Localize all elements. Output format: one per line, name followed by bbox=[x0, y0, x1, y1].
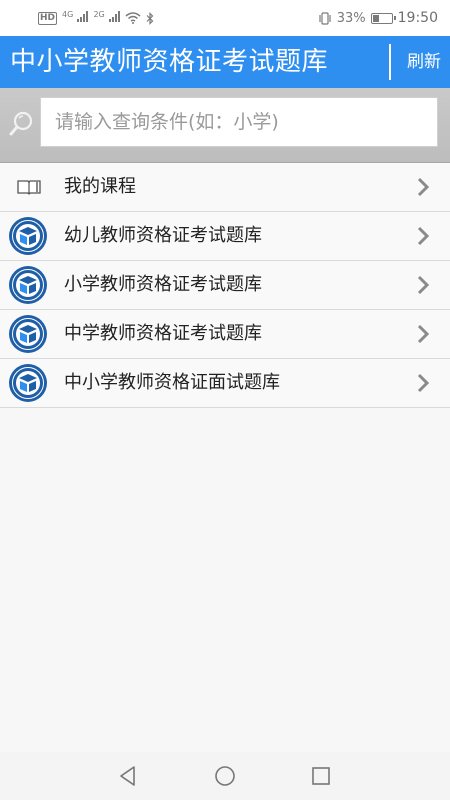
list-item-kindergarten-bank[interactable]: 幼儿教师资格证考试题库 bbox=[0, 212, 450, 261]
search-icon[interactable] bbox=[8, 110, 36, 138]
search-bar bbox=[0, 88, 450, 163]
teacher-emblem-icon bbox=[9, 315, 47, 353]
refresh-button[interactable]: 刷新 bbox=[398, 36, 450, 88]
battery-percent: 33% bbox=[336, 10, 366, 26]
network-type-1: 4G bbox=[62, 9, 74, 19]
signal-1-icon: 4G bbox=[62, 9, 89, 26]
title-divider bbox=[389, 44, 391, 80]
chevron-right-icon bbox=[417, 324, 430, 344]
system-nav-bar bbox=[0, 752, 450, 800]
list-item-label: 我的课程 bbox=[64, 176, 136, 197]
book-icon bbox=[17, 180, 41, 195]
recents-icon[interactable] bbox=[309, 764, 333, 788]
signal-2-icon: 2G bbox=[93, 9, 120, 26]
teacher-emblem-icon bbox=[9, 266, 47, 304]
list-item-label: 中学教师资格证考试题库 bbox=[64, 323, 262, 344]
app-title-bar: 中小学教师资格证考试题库 刷新 bbox=[0, 36, 450, 88]
list-item-label: 中小学教师资格证面试题库 bbox=[64, 372, 280, 393]
status-right: 33% 19:50 bbox=[318, 9, 438, 27]
chevron-right-icon bbox=[417, 177, 430, 197]
vibrate-icon bbox=[319, 11, 331, 25]
course-list: 我的课程 幼儿教师资格证考试题库 小学教师资格证考试题库 中学教师资格证考试题库… bbox=[0, 163, 450, 408]
bluetooth-icon bbox=[146, 11, 154, 25]
page-title: 中小学教师资格证考试题库 bbox=[10, 47, 329, 77]
chevron-right-icon bbox=[417, 226, 430, 246]
battery-icon bbox=[370, 12, 396, 24]
teacher-emblem-icon bbox=[9, 217, 47, 255]
home-icon[interactable] bbox=[213, 764, 237, 788]
status-left: HD 4G 2G bbox=[38, 9, 154, 27]
status-bar: HD 4G 2G 33% 19:50 bbox=[0, 0, 450, 36]
back-icon[interactable] bbox=[116, 764, 140, 788]
wifi-icon bbox=[125, 12, 141, 24]
search-input[interactable] bbox=[40, 97, 438, 147]
chevron-right-icon bbox=[417, 275, 430, 295]
clock: 19:50 bbox=[397, 10, 438, 26]
network-type-2: 2G bbox=[93, 9, 105, 19]
list-item-label: 幼儿教师资格证考试题库 bbox=[64, 225, 262, 246]
list-item-my-courses[interactable]: 我的课程 bbox=[0, 163, 450, 212]
list-item-primary-bank[interactable]: 小学教师资格证考试题库 bbox=[0, 261, 450, 310]
list-item-secondary-bank[interactable]: 中学教师资格证考试题库 bbox=[0, 310, 450, 359]
hd-badge: HD bbox=[38, 11, 58, 25]
list-item-interview-bank[interactable]: 中小学教师资格证面试题库 bbox=[0, 359, 450, 408]
list-item-label: 小学教师资格证考试题库 bbox=[64, 274, 262, 295]
chevron-right-icon bbox=[417, 373, 430, 393]
teacher-emblem-icon bbox=[9, 364, 47, 402]
